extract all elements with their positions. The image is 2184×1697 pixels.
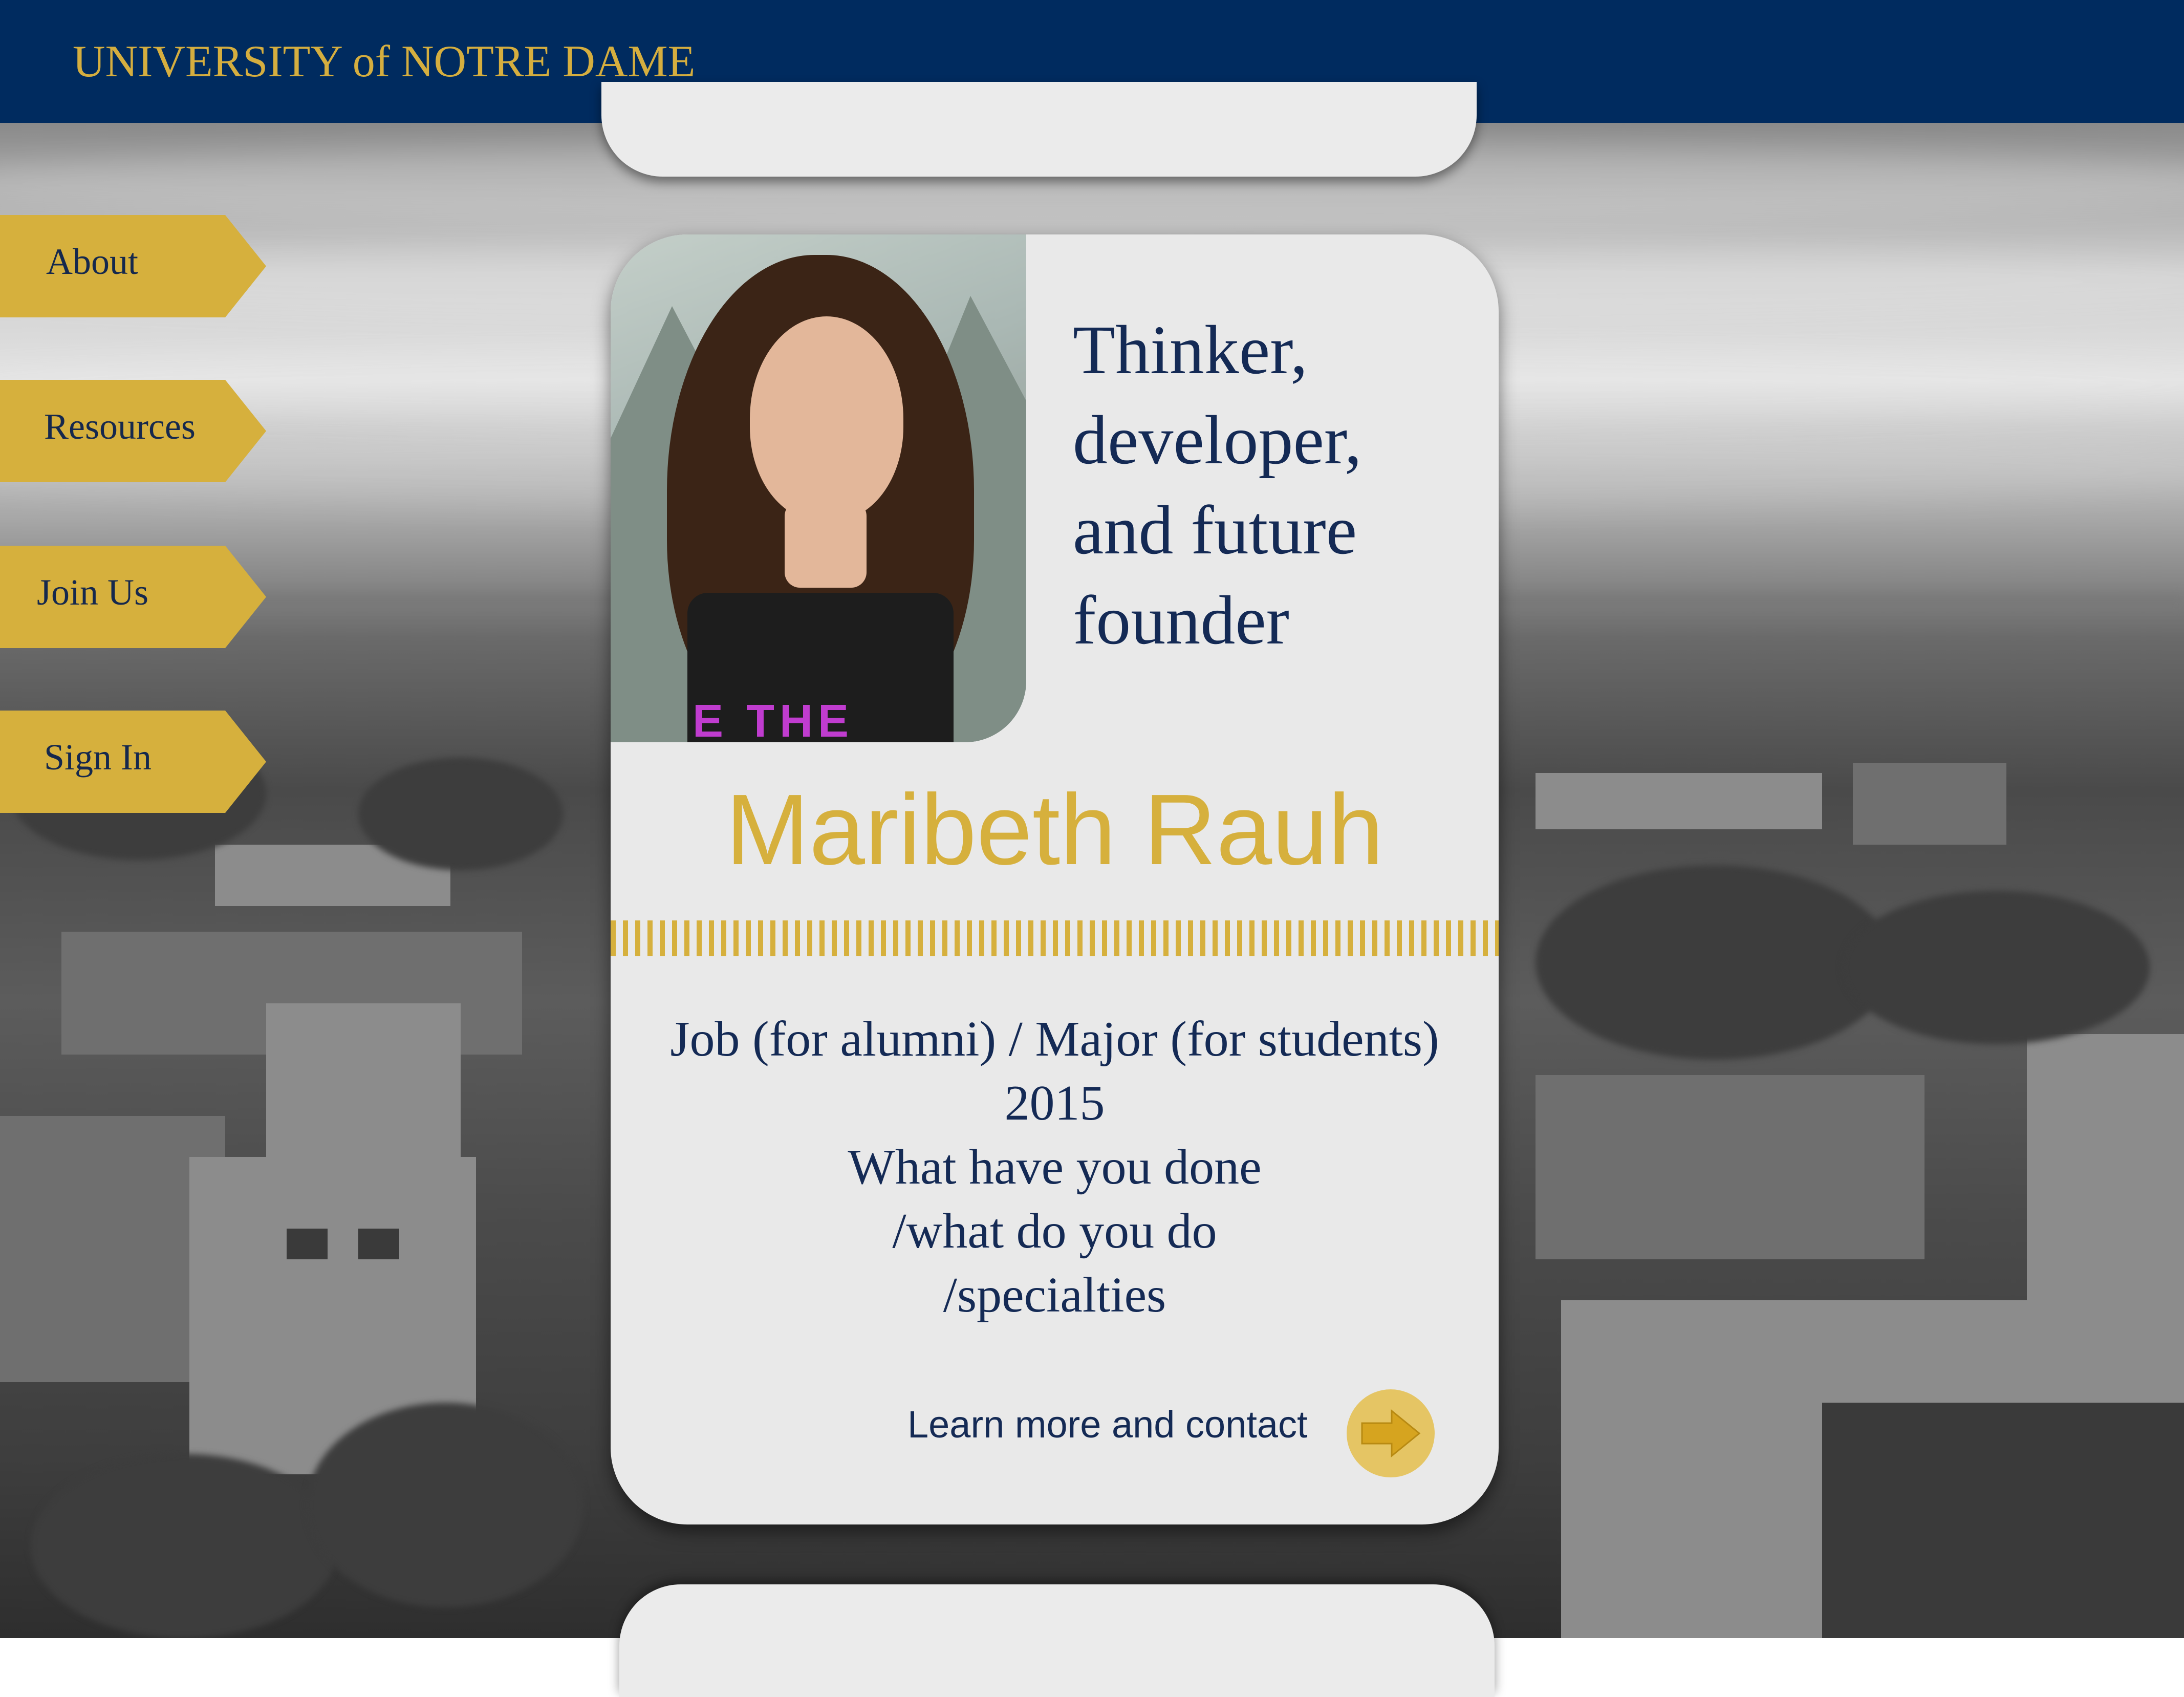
learn-more-link[interactable]: Learn more and contact — [907, 1403, 1308, 1446]
nav-tab-resources[interactable]: Resources — [0, 380, 266, 482]
nav-tab-join-us[interactable]: Join Us — [0, 546, 266, 648]
profile-details: Job (for alumni) / Major (for students) … — [611, 1007, 1499, 1327]
arrow-right-icon — [1361, 1409, 1421, 1458]
next-profile-card[interactable] — [619, 1584, 1495, 1697]
profile-card: E THE Thinker, developer, and future fou… — [611, 234, 1499, 1524]
tagline-line: Thinker, — [1073, 312, 1308, 389]
tagline-line: founder — [1073, 582, 1289, 659]
nav-tab-join-us-label: Join Us — [37, 572, 149, 613]
nav-tab-sign-in[interactable]: Sign In — [0, 711, 266, 813]
tagline-line: developer, — [1073, 402, 1362, 479]
profile-year: 2015 — [1004, 1076, 1105, 1131]
profile-photo: E THE — [611, 234, 1026, 742]
nav-tab-resources-label: Resources — [44, 406, 196, 447]
profile-name: Maribeth Rauh — [725, 774, 1384, 886]
tagline-line: and future — [1073, 492, 1357, 569]
profile-description-line: /what do you do — [892, 1204, 1217, 1259]
nav-tab-about[interactable]: About — [0, 215, 266, 317]
profile-job-major: Job (for alumni) / Major (for students) — [670, 1012, 1439, 1067]
shirt-print: E THE — [693, 696, 854, 742]
university-wordmark[interactable]: UNIVERSITY of NOTRE DAME — [73, 36, 695, 88]
profile-tagline: Thinker, developer, and future founder — [1073, 305, 1462, 665]
nav-tab-about-label: About — [46, 241, 138, 282]
previous-profile-card[interactable] — [601, 82, 1477, 177]
nav-tab-sign-in-label: Sign In — [44, 737, 152, 778]
learn-more-button[interactable] — [1347, 1389, 1435, 1477]
profile-description-line: /specialties — [943, 1268, 1166, 1323]
dashed-divider — [611, 920, 1499, 956]
profile-description-line: What have you done — [848, 1140, 1262, 1195]
